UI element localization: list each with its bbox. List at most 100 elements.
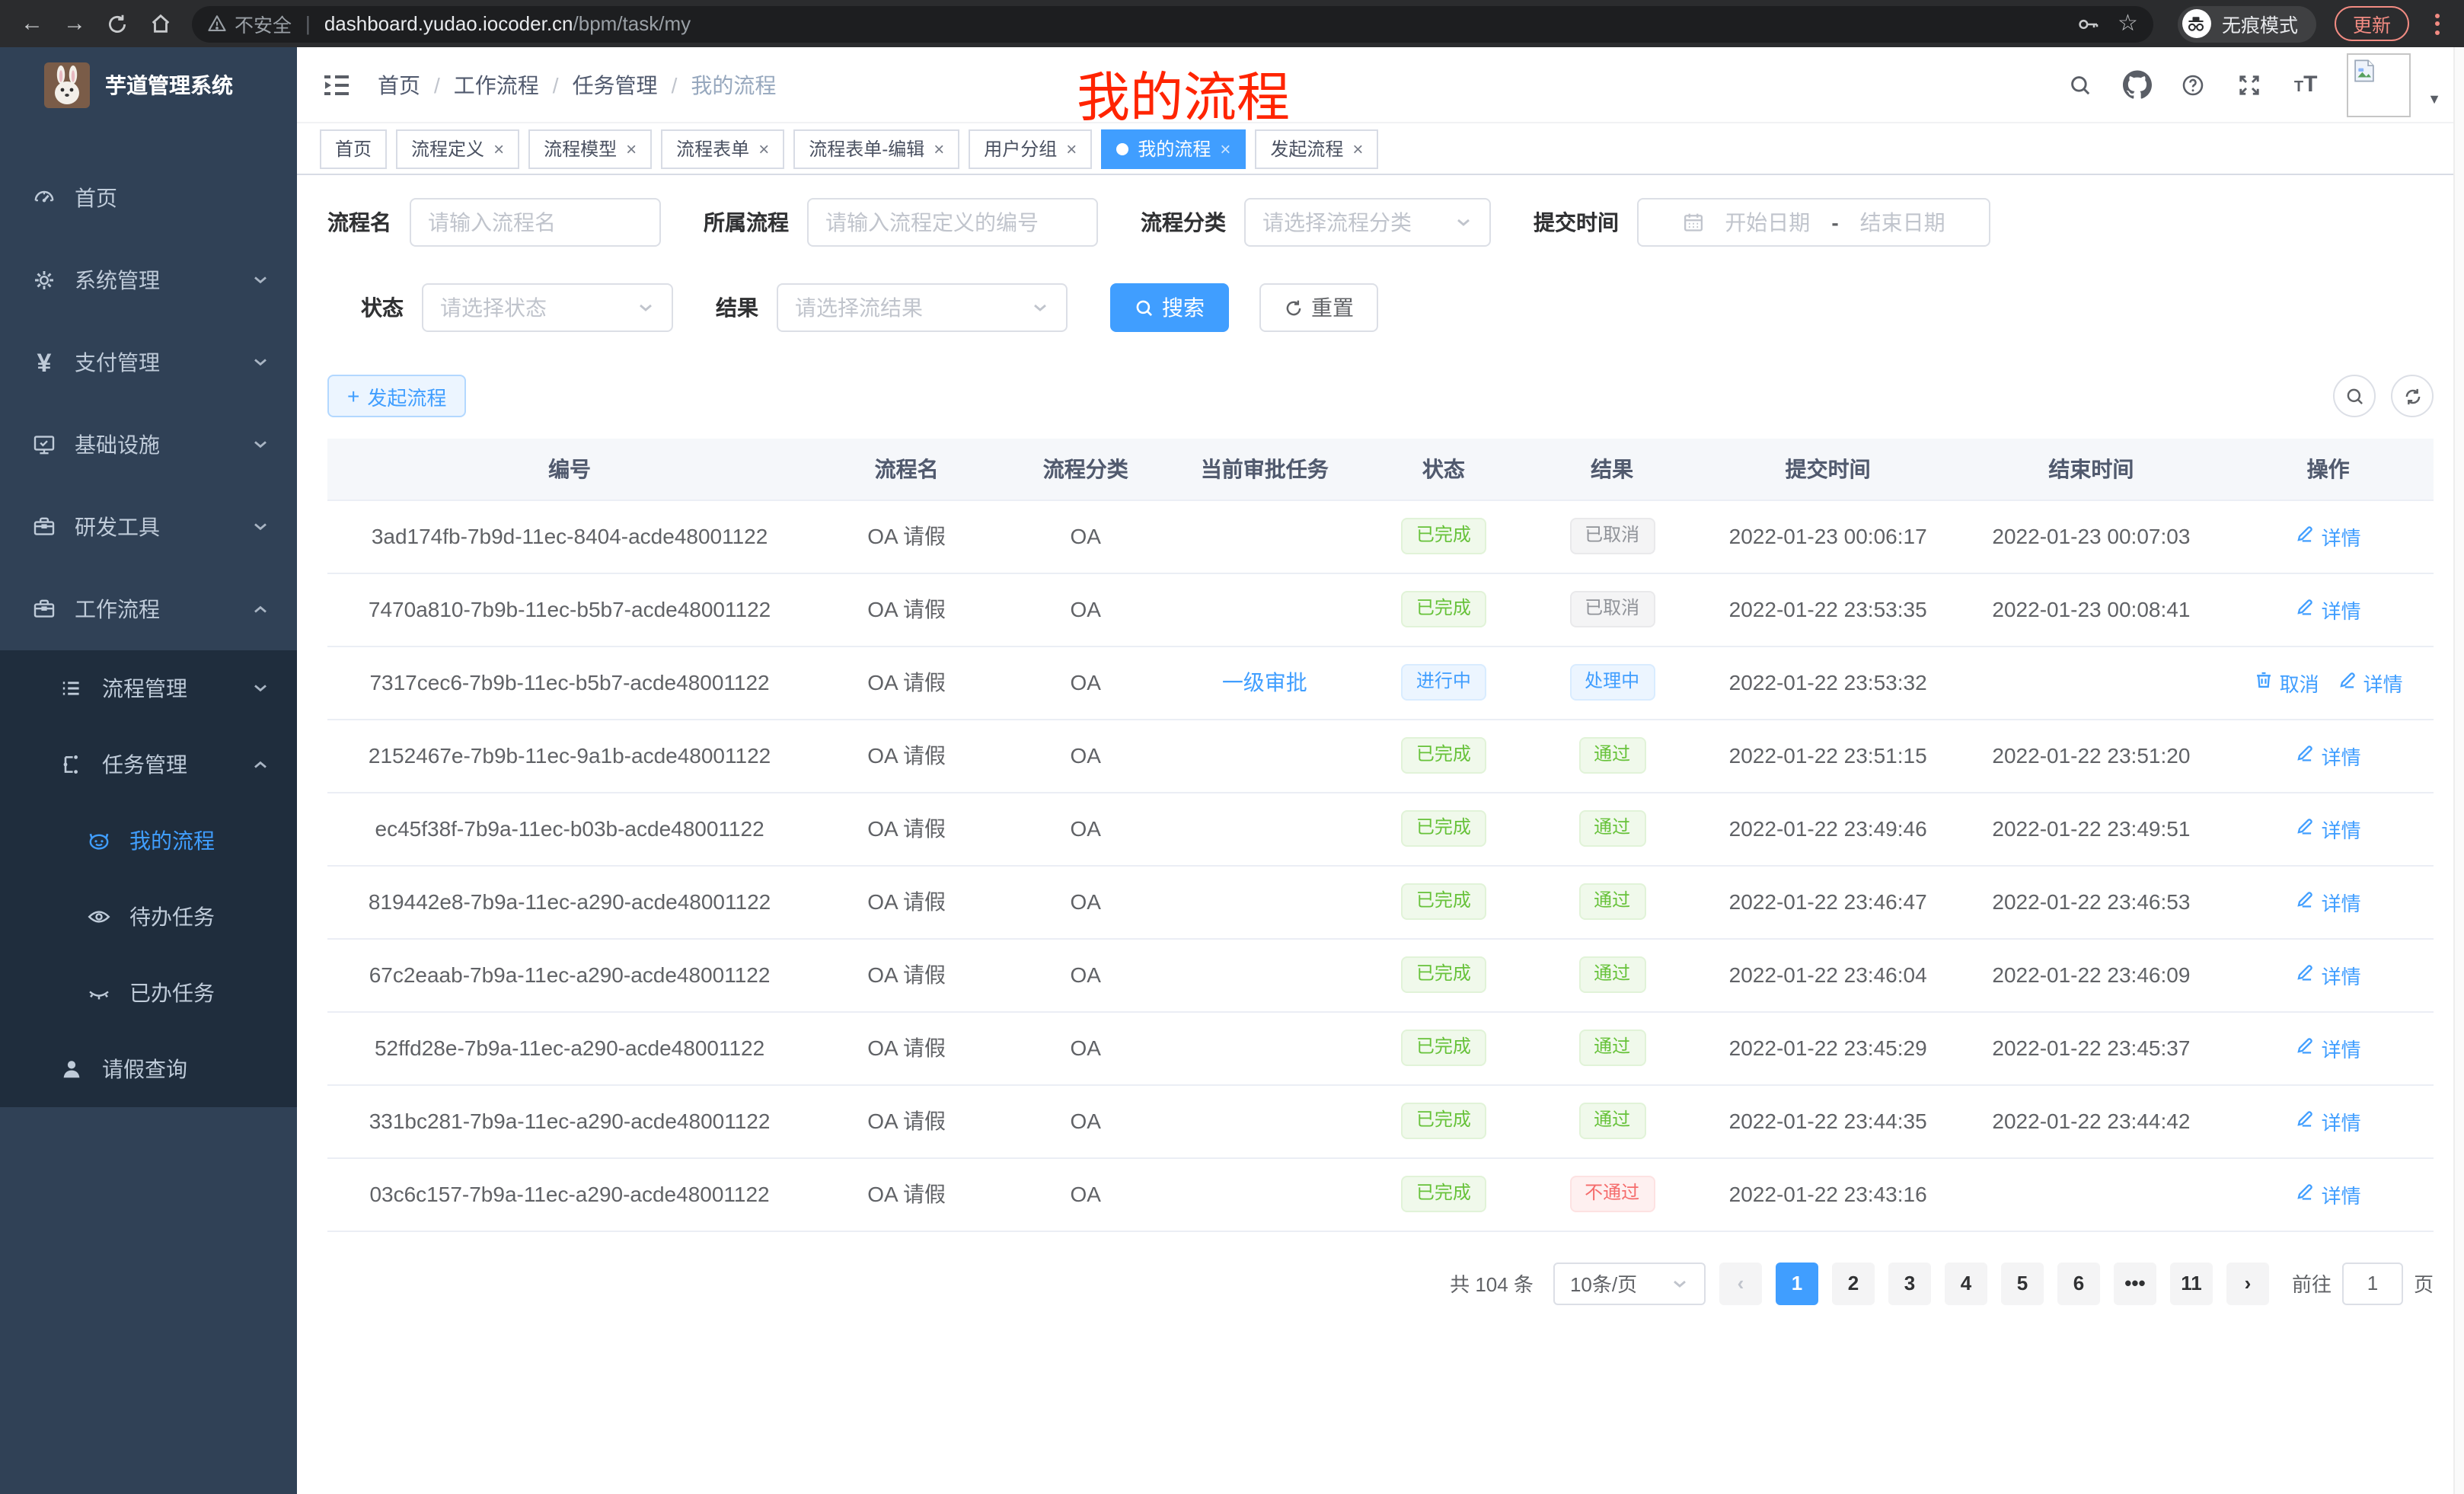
help-icon[interactable] [2178,69,2208,100]
page-button-3[interactable]: 3 [1888,1262,1931,1304]
not-secure-warning[interactable]: 不安全 [207,9,292,38]
page-button-5[interactable]: 5 [2001,1262,2044,1304]
page-button-4[interactable]: 4 [1945,1262,1987,1304]
page-button-2[interactable]: 2 [1832,1262,1875,1304]
cell-submit-time: 2022-01-22 23:49:46 [1696,792,1960,865]
tab-我的流程[interactable]: 我的流程× [1101,129,1246,168]
cell-process-name: OA 请假 [812,1084,1001,1157]
sidebar-item-leave-query[interactable]: 请假查询 [0,1031,297,1107]
reload-icon[interactable] [97,4,137,43]
detail-action[interactable]: 详情 [2296,1180,2361,1208]
passwords-key-icon[interactable] [2075,11,2099,36]
home-icon[interactable] [140,4,180,43]
sidebar-item-label: 我的流程 [129,825,215,856]
process-name-input[interactable]: 请输入流程名 [410,198,661,247]
update-button[interactable]: 更新 [2335,6,2409,41]
bookmark-star-icon[interactable]: ☆ [2118,12,2138,35]
refresh-table-button[interactable] [2391,375,2434,417]
result-select[interactable]: 请选择流结果 [777,283,1068,332]
logo[interactable]: 芋道管理系统 [0,47,297,123]
caret-down-icon[interactable]: ▼ [2427,91,2441,106]
annotation-overlay: 我的流程 [1077,55,1290,132]
user-avatar[interactable] [2347,53,2411,117]
close-icon[interactable]: × [493,139,504,158]
fullscreen-icon[interactable] [2234,69,2265,100]
process-category-select[interactable]: 请选择流程分类 [1244,198,1491,247]
chevron-up-icon [251,755,270,774]
sidebar-item-workflow[interactable]: 工作流程 [0,568,297,650]
tab-流程表单[interactable]: 流程表单× [661,129,784,168]
page-button-1[interactable]: 1 [1776,1262,1818,1304]
detail-action[interactable]: 详情 [2296,741,2361,770]
create-process-button[interactable]: + 发起流程 [327,375,466,417]
github-icon[interactable] [2121,69,2152,100]
detail-action[interactable]: 详情 [2296,960,2361,989]
result-badge: 通过 [1578,811,1645,846]
sidebar-item-todo-task[interactable]: 待办任务 [0,879,297,955]
goto-page-input[interactable]: 1 [2342,1262,2403,1304]
prev-page-button[interactable]: ‹ [1719,1262,1762,1304]
detail-action[interactable]: 详情 [2296,814,2361,843]
tab-流程定义[interactable]: 流程定义× [396,129,519,168]
cell-result: 通过 [1528,865,1696,938]
breadcrumb-item[interactable]: 首页 [378,69,420,100]
tab-label: 流程表单-编辑 [809,136,924,161]
sidebar-item-system[interactable]: 系统管理 [0,239,297,321]
url-bar[interactable]: 不安全 | dashboard.yudao.iocoder.cn/bpm/tas… [192,5,2153,42]
detail-action[interactable]: 详情 [2296,1033,2361,1062]
close-icon[interactable]: × [758,139,769,158]
detail-action[interactable]: 详情 [2296,522,2361,551]
close-icon[interactable]: × [626,139,637,158]
detail-action[interactable]: 详情 [2338,668,2403,697]
detail-action[interactable]: 详情 [2296,887,2361,916]
next-page-button[interactable]: › [2226,1262,2269,1304]
forward-icon[interactable]: → [55,4,94,43]
search-button[interactable]: 搜索 [1110,283,1229,332]
browser-menu-icon[interactable] [2421,8,2452,39]
close-icon[interactable]: × [1220,139,1230,158]
search-icon[interactable] [2065,69,2095,100]
url-text[interactable]: dashboard.yudao.iocoder.cn/bpm/task/my [324,12,2064,35]
cancel-action[interactable]: 取消 [2254,668,2319,697]
tab-流程模型[interactable]: 流程模型× [528,129,652,168]
sidebar-item-label: 基础设施 [75,429,160,460]
sidebar-item-devtools[interactable]: 研发工具 [0,486,297,568]
sidebar-item-task-mgmt[interactable]: 任务管理 [0,726,297,803]
close-icon[interactable]: × [934,139,944,158]
status-badge: 已完成 [1401,738,1486,773]
current-task-link[interactable]: 一级审批 [1222,667,1307,698]
reset-button[interactable]: 重置 [1259,283,1378,332]
sidebar-item-my-process[interactable]: 我的流程 [0,803,297,879]
sidebar-item-process-mgmt[interactable]: 流程管理 [0,650,297,726]
page-button-11[interactable]: 11 [2170,1262,2213,1304]
page-button-6[interactable]: 6 [2057,1262,2100,1304]
detail-action[interactable]: 详情 [2296,595,2361,624]
status-badge: 已完成 [1401,1176,1486,1211]
detail-action[interactable]: 详情 [2296,1106,2361,1135]
submit-time-range-input[interactable]: 开始日期 - 结束日期 [1637,198,1990,247]
status-select[interactable]: 请选择状态 [422,283,673,332]
process-definition-input[interactable]: 请输入流程定义的编号 [807,198,1098,247]
tab-发起流程[interactable]: 发起流程× [1255,129,1378,168]
scrollbar[interactable] [2453,47,2464,1494]
sidebar-item-home[interactable]: 首页 [0,157,297,239]
incognito-label: 无痕模式 [2222,9,2298,38]
show-search-button[interactable] [2333,375,2376,417]
tab-用户分组[interactable]: 用户分组× [969,129,1092,168]
breadcrumb-item[interactable]: 任务管理 [573,69,658,100]
sidebar-item-infra[interactable]: 基础设施 [0,404,297,486]
sidebar-item-done-task[interactable]: 已办任务 [0,955,297,1031]
sidebar-item-payment[interactable]: ¥支付管理 [0,321,297,404]
tab-流程表单-编辑[interactable]: 流程表单-编辑 × [793,129,959,168]
breadcrumb-item[interactable]: 工作流程 [454,69,539,100]
tab-首页[interactable]: 首页 [320,129,387,168]
more-pages-button[interactable]: ••• [2114,1262,2156,1304]
top-navbar: 首页/工作流程/任务管理/我的流程 TT▼ [297,47,2464,123]
page-size-select[interactable]: 10条/页 [1553,1262,1706,1304]
back-icon[interactable]: ← [12,4,52,43]
close-icon[interactable]: × [1066,139,1077,158]
font-size-icon[interactable]: TT [2290,69,2321,100]
hamburger-icon[interactable] [320,68,353,101]
cell-submit-time: 2022-01-22 23:46:04 [1696,938,1960,1011]
close-icon[interactable]: × [1352,139,1363,158]
